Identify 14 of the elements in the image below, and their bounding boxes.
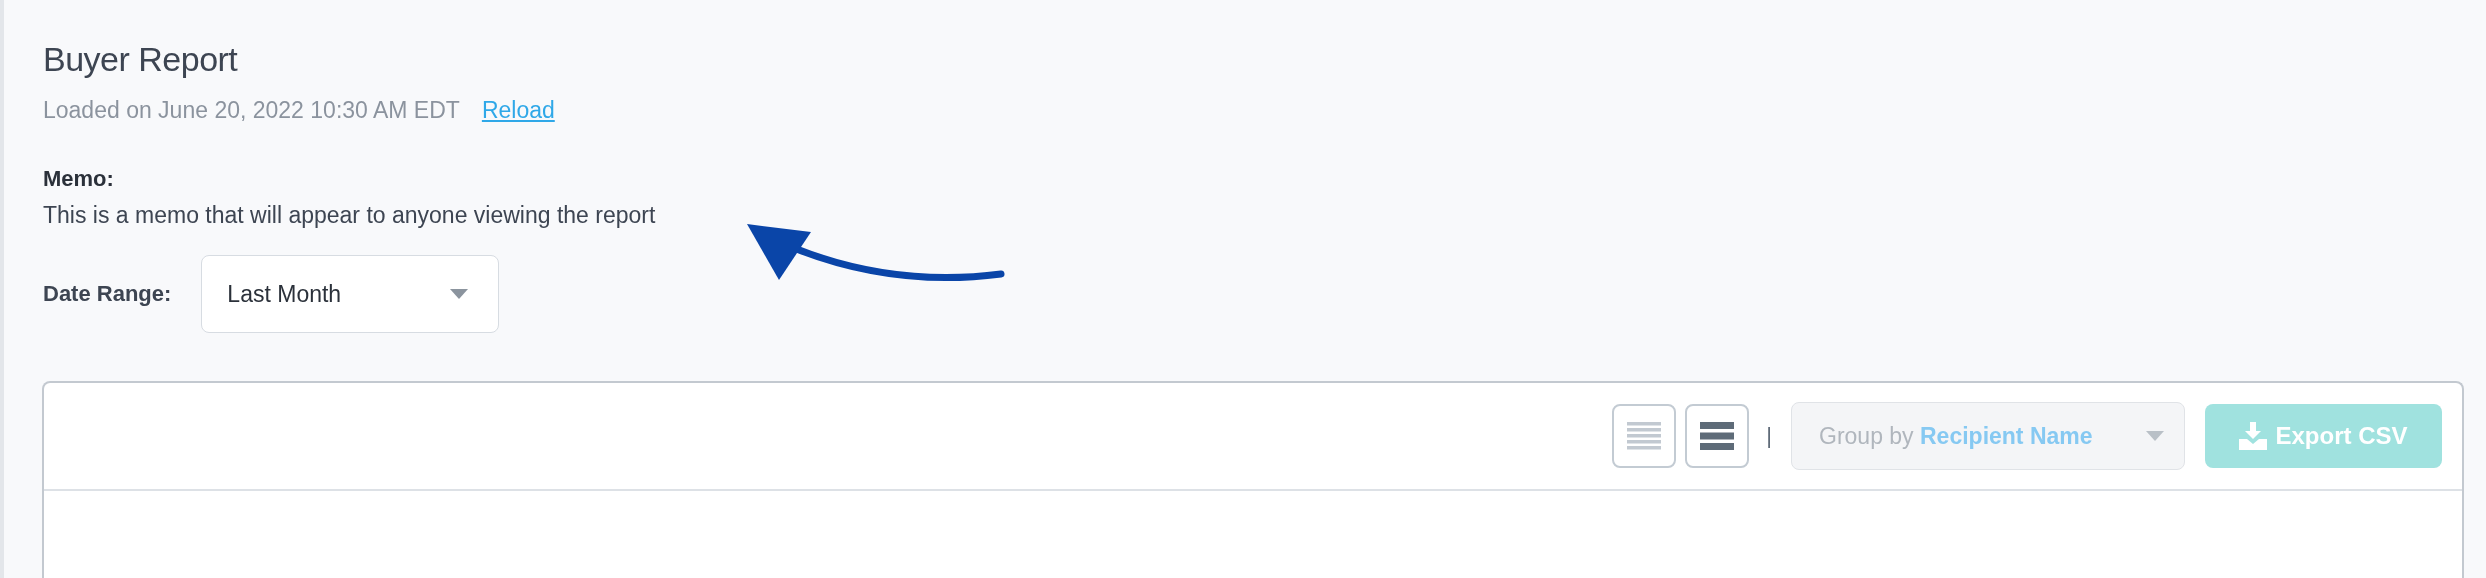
- view-density-button[interactable]: [1685, 404, 1750, 468]
- download-icon: [2239, 422, 2268, 450]
- memo-label: Memo:: [43, 166, 115, 192]
- lines-icon: [1627, 422, 1662, 450]
- page-title: Buyer Report: [43, 40, 239, 79]
- date-range-dropdown[interactable]: Last Month: [201, 255, 500, 333]
- caret-icon: [2146, 431, 2164, 441]
- caret-icon: [450, 289, 469, 299]
- loaded-timestamp: Loaded on June 20, 2022 10:30 AM EDT: [43, 97, 460, 124]
- date-range-label: Date Range:: [43, 281, 172, 307]
- lines-icon: [1700, 422, 1735, 450]
- reload-link[interactable]: Reload: [481, 97, 555, 124]
- separator: |: [1766, 423, 1772, 449]
- memo-text: This is a memo that will appear to anyone viewing the report: [43, 202, 657, 229]
